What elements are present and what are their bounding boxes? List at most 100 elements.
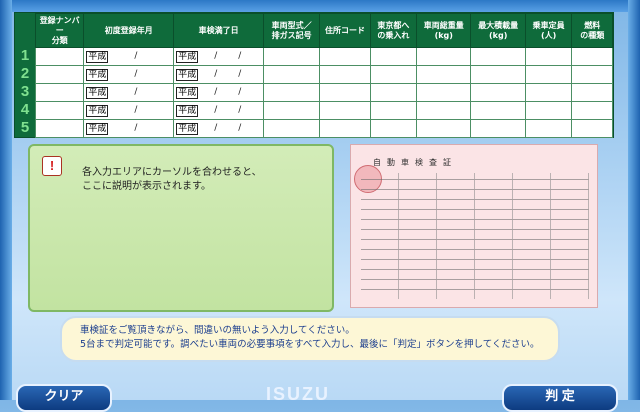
inspection-expiry-input[interactable]: 平成 / / — [173, 119, 265, 138]
window-frame-right — [628, 0, 640, 400]
fuel-type-input[interactable] — [571, 101, 613, 120]
fuel-type-input[interactable] — [571, 119, 613, 138]
date-separator: / — [238, 51, 242, 61]
date-separator: / — [238, 105, 242, 115]
fuel-type-input[interactable] — [571, 83, 613, 102]
max-load-input[interactable] — [470, 83, 526, 102]
registration-class-input[interactable] — [34, 47, 85, 66]
tokyo-entry-input[interactable] — [369, 47, 418, 66]
model-code-input[interactable] — [263, 65, 321, 84]
address-code-input[interactable] — [319, 119, 371, 138]
header-max-load: 最大積載量 (kg) — [470, 13, 526, 48]
date-separator: / — [214, 105, 218, 115]
model-code-input[interactable] — [263, 119, 321, 138]
tokyo-entry-input[interactable] — [369, 101, 418, 120]
first-registration-input[interactable]: 平成 / — [83, 119, 175, 138]
date-separator: / — [238, 87, 242, 97]
address-code-input[interactable] — [319, 83, 371, 102]
capacity-input[interactable] — [524, 65, 573, 84]
header-first-registration: 初度登録年月 — [83, 13, 175, 48]
instruction-line: 車検証をご覧頂きながら、間違いの無いよう入力してください。 — [80, 325, 355, 336]
max-load-input[interactable] — [470, 119, 526, 138]
header-registration-class: 登録ナンバー 分類 — [34, 13, 85, 48]
inspection-expiry-input[interactable]: 平成 / / — [173, 83, 265, 102]
address-code-input[interactable] — [319, 101, 371, 120]
inspection-expiry-input[interactable]: 平成 / / — [173, 65, 265, 84]
date-separator: / — [214, 87, 218, 97]
date-separator: / — [238, 123, 242, 133]
registration-class-input[interactable] — [34, 65, 85, 84]
gross-weight-input[interactable] — [416, 101, 472, 120]
registration-class-input[interactable] — [34, 83, 85, 102]
window-frame-left — [0, 0, 12, 400]
capacity-input[interactable] — [524, 83, 573, 102]
max-load-input[interactable] — [470, 65, 526, 84]
inspection-expiry-input[interactable]: 平成 / / — [173, 101, 265, 120]
model-code-input[interactable] — [263, 83, 321, 102]
era-label: 平成 — [86, 86, 109, 99]
first-registration-input[interactable]: 平成 / — [83, 83, 175, 102]
certificate-form-grid — [361, 173, 589, 299]
model-code-input[interactable] — [263, 101, 321, 120]
date-separator: / — [134, 87, 138, 97]
address-code-input[interactable] — [319, 65, 371, 84]
tokyo-entry-input[interactable] — [369, 119, 418, 138]
isuzu-logo: ISUZU — [266, 384, 330, 404]
inspection-expiry-input[interactable]: 平成 / / — [173, 47, 265, 66]
gross-weight-input[interactable] — [416, 65, 472, 84]
date-separator: / — [238, 69, 242, 79]
era-label: 平成 — [176, 122, 199, 135]
vehicle-entry-table: 登録ナンバー 分類 初度登録年月 車検満了日 車両型式／ 排ガス記号 住所コード… — [34, 13, 613, 138]
era-label: 平成 — [176, 104, 199, 117]
help-text-line: ここに説明が表示されます。 — [82, 181, 211, 192]
help-text-line: 各入力エリアにカーソルを合わせると、 — [82, 167, 262, 178]
capacity-input[interactable] — [524, 101, 573, 120]
first-registration-input[interactable]: 平成 / — [83, 101, 175, 120]
exclamation-icon: ! — [42, 156, 62, 176]
era-label: 平成 — [176, 86, 199, 99]
gross-weight-input[interactable] — [416, 119, 472, 138]
vehicle-inspection-certificate-image: 自動車検査証 — [350, 144, 598, 308]
capacity-input[interactable] — [524, 47, 573, 66]
clear-button[interactable]: クリア — [16, 384, 112, 412]
address-code-input[interactable] — [319, 47, 371, 66]
date-separator: / — [214, 51, 218, 61]
row-number: 5 — [20, 119, 30, 136]
certificate-title: 自動車検査証 — [373, 158, 457, 167]
row-number-column: 1 2 3 4 5 — [15, 47, 35, 137]
first-registration-input[interactable]: 平成 / — [83, 47, 175, 66]
judge-button[interactable]: 判 定 — [502, 384, 618, 412]
model-code-input[interactable] — [263, 47, 321, 66]
header-inspection-expiry: 車検満了日 — [173, 13, 265, 48]
header-model-code: 車両型式／ 排ガス記号 — [263, 13, 321, 48]
tokyo-entry-input[interactable] — [369, 65, 418, 84]
era-label: 平成 — [86, 104, 109, 117]
table-row: 平成 / 平成 / / — [34, 119, 613, 138]
max-load-input[interactable] — [470, 47, 526, 66]
first-registration-input[interactable]: 平成 / — [83, 65, 175, 84]
fuel-type-input[interactable] — [571, 65, 613, 84]
max-load-input[interactable] — [470, 101, 526, 120]
registration-class-input[interactable] — [34, 101, 85, 120]
row-number: 1 — [20, 47, 30, 64]
table-row: 平成 / 平成 / / — [34, 83, 613, 102]
date-separator: / — [134, 123, 138, 133]
date-separator: / — [134, 51, 138, 61]
table-header-row: 登録ナンバー 分類 初度登録年月 車検満了日 車両型式／ 排ガス記号 住所コード… — [34, 13, 613, 48]
row-number: 3 — [20, 83, 30, 100]
window-frame-top — [0, 0, 640, 12]
gross-weight-input[interactable] — [416, 47, 472, 66]
gross-weight-input[interactable] — [416, 83, 472, 102]
table-row: 平成 / 平成 / / — [34, 101, 613, 120]
date-separator: / — [214, 123, 218, 133]
row-number: 2 — [20, 65, 30, 82]
header-tokyo-entry: 東京都へ の乗入れ — [369, 13, 418, 48]
era-label: 平成 — [86, 68, 109, 81]
date-separator: / — [214, 69, 218, 79]
capacity-input[interactable] — [524, 119, 573, 138]
tokyo-entry-input[interactable] — [369, 83, 418, 102]
date-separator: / — [134, 105, 138, 115]
fuel-type-input[interactable] — [571, 47, 613, 66]
registration-class-input[interactable] — [34, 119, 85, 138]
help-info-panel: ! 各入力エリアにカーソルを合わせると、 ここに説明が表示されます。 — [28, 144, 334, 312]
